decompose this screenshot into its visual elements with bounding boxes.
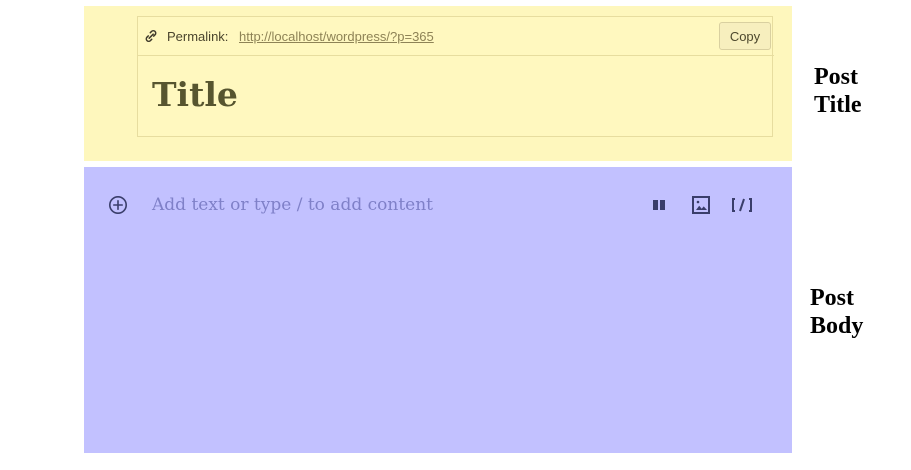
shortcode-icon[interactable] <box>730 194 754 216</box>
link-icon <box>143 28 159 44</box>
permalink-bar: Permalink: http://localhost/wordpress/?p… <box>138 17 774 56</box>
post-body-annotation-line-1: Post <box>810 285 854 311</box>
post-title-input[interactable]: Title <box>152 75 238 115</box>
image-icon[interactable] <box>689 194 713 216</box>
permalink-url[interactable]: http://localhost/wordpress/?p=365 <box>239 28 434 45</box>
post-body-annotation: Post Body <box>810 284 890 340</box>
post-title-annotation: Post Title <box>814 63 894 119</box>
post-title-region: Permalink: http://localhost/wordpress/?p… <box>84 6 792 161</box>
post-title-annotation-line-2: Title <box>814 92 862 118</box>
post-body-annotation-line-2: Body <box>810 313 864 339</box>
columns-icon[interactable] <box>648 194 670 216</box>
post-title-annotation-line-1: Post <box>814 64 858 90</box>
post-body-region[interactable]: Add text or type / to add content <box>84 167 792 453</box>
add-block-icon[interactable] <box>108 195 128 215</box>
copy-permalink-button[interactable]: Copy <box>719 22 771 50</box>
post-title-card: Permalink: http://localhost/wordpress/?p… <box>137 16 774 137</box>
permalink-label: Permalink: <box>167 29 229 44</box>
post-body-placeholder[interactable]: Add text or type / to add content <box>152 194 433 216</box>
